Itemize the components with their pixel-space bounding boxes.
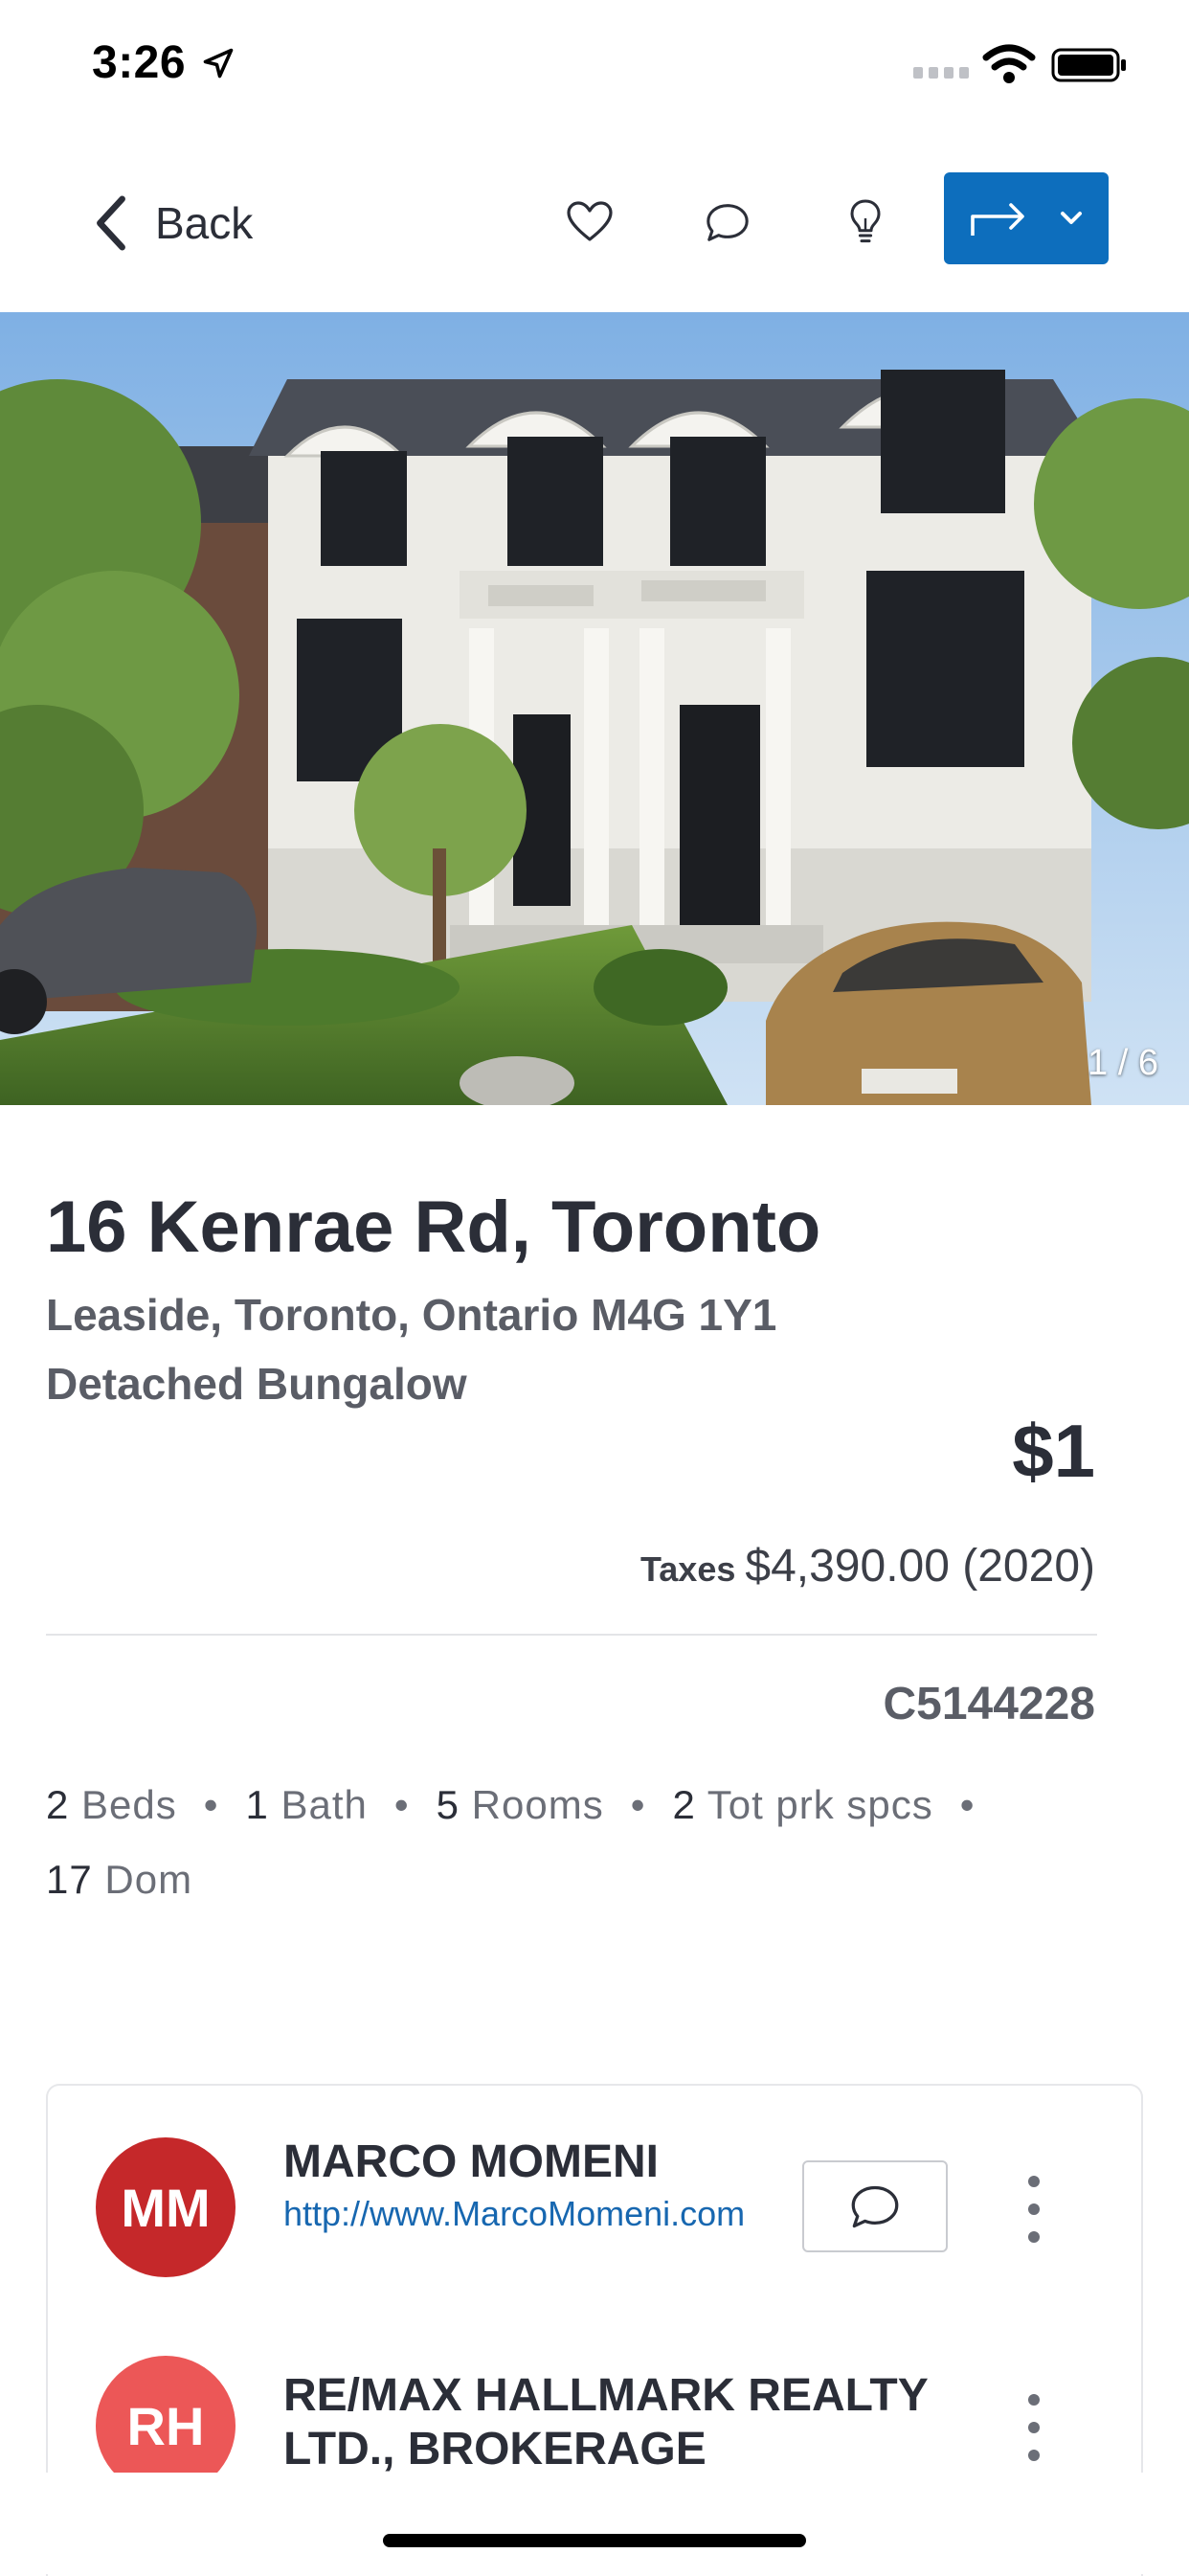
heart-icon — [567, 201, 613, 241]
stat-parking: 2 Tot prk spcs — [672, 1782, 933, 1827]
taxes-row: Taxes $4,390.00 (2020) — [640, 1540, 1095, 1593]
favorite-button[interactable] — [553, 186, 626, 259]
agent-more-menu[interactable] — [1015, 2176, 1053, 2243]
status-time: 3:26 — [92, 37, 187, 88]
wifi-icon — [982, 44, 1036, 83]
stat-beds: 2 Beds — [46, 1782, 177, 1827]
property-type: Detached Bungalow — [46, 1359, 467, 1409]
agent-name: MARCO MOMENI — [283, 2136, 659, 2187]
house-photo — [0, 312, 1189, 1105]
stat-dom: 17 Dom — [46, 1857, 193, 1902]
chevron-down-icon — [1061, 212, 1082, 224]
brokerage-name: RE/MAX HALLMARK REALTY LTD., BROKERAGE — [283, 2370, 928, 2474]
signal-icon — [913, 67, 969, 79]
comment-button[interactable] — [691, 186, 764, 259]
taxes-value: $4,390.00 (2020) — [745, 1541, 1095, 1592]
back-button[interactable]: Back — [92, 180, 253, 266]
kebab-menu-icon — [1028, 2176, 1040, 2187]
nav-bar: Back — [0, 126, 1189, 312]
insights-button[interactable] — [829, 186, 902, 259]
brokerage-more-menu[interactable] — [1015, 2394, 1053, 2461]
stat-rooms: 5 Rooms — [436, 1782, 604, 1827]
status-bar: 3:26 — [0, 0, 1189, 126]
listing-price: $1 — [1012, 1409, 1095, 1493]
agent-website-link[interactable]: http://www.MarcoMomeni.com — [283, 2191, 762, 2237]
lightbulb-icon — [850, 199, 881, 243]
home-indicator[interactable] — [383, 2534, 806, 2547]
mls-number: C5144228 — [883, 1679, 1095, 1729]
listing-title: 16 Kenrae Rd, Toronto — [46, 1186, 821, 1268]
listing-address: Leaside, Toronto, Ontario M4G 1Y1 — [46, 1290, 777, 1340]
bottom-safe-area — [0, 2473, 1189, 2574]
kebab-menu-icon — [1028, 2394, 1040, 2406]
back-chevron-icon — [97, 195, 125, 251]
location-arrow-icon — [203, 48, 234, 79]
comment-icon — [851, 2185, 899, 2228]
comment-icon — [707, 204, 749, 241]
listing-stats: 2 Beds • 1 Bath • 5 Rooms • 2 Tot prk spcs • 17 … — [46, 1782, 976, 1902]
back-label: Back — [155, 198, 254, 248]
agent-avatar: MM — [96, 2137, 236, 2277]
message-agent-button[interactable] — [802, 2160, 948, 2252]
share-arrow-icon — [971, 203, 1024, 236]
taxes-label: Taxes — [639, 1549, 736, 1589]
battery-icon — [1051, 48, 1126, 82]
listing-photo[interactable]: 1 / 6 — [0, 312, 1189, 1105]
stat-bath: 1 Bath — [245, 1782, 368, 1827]
share-button[interactable] — [944, 172, 1109, 264]
divider — [46, 1634, 1097, 1636]
photo-counter: 1 / 6 — [1088, 1043, 1158, 1083]
